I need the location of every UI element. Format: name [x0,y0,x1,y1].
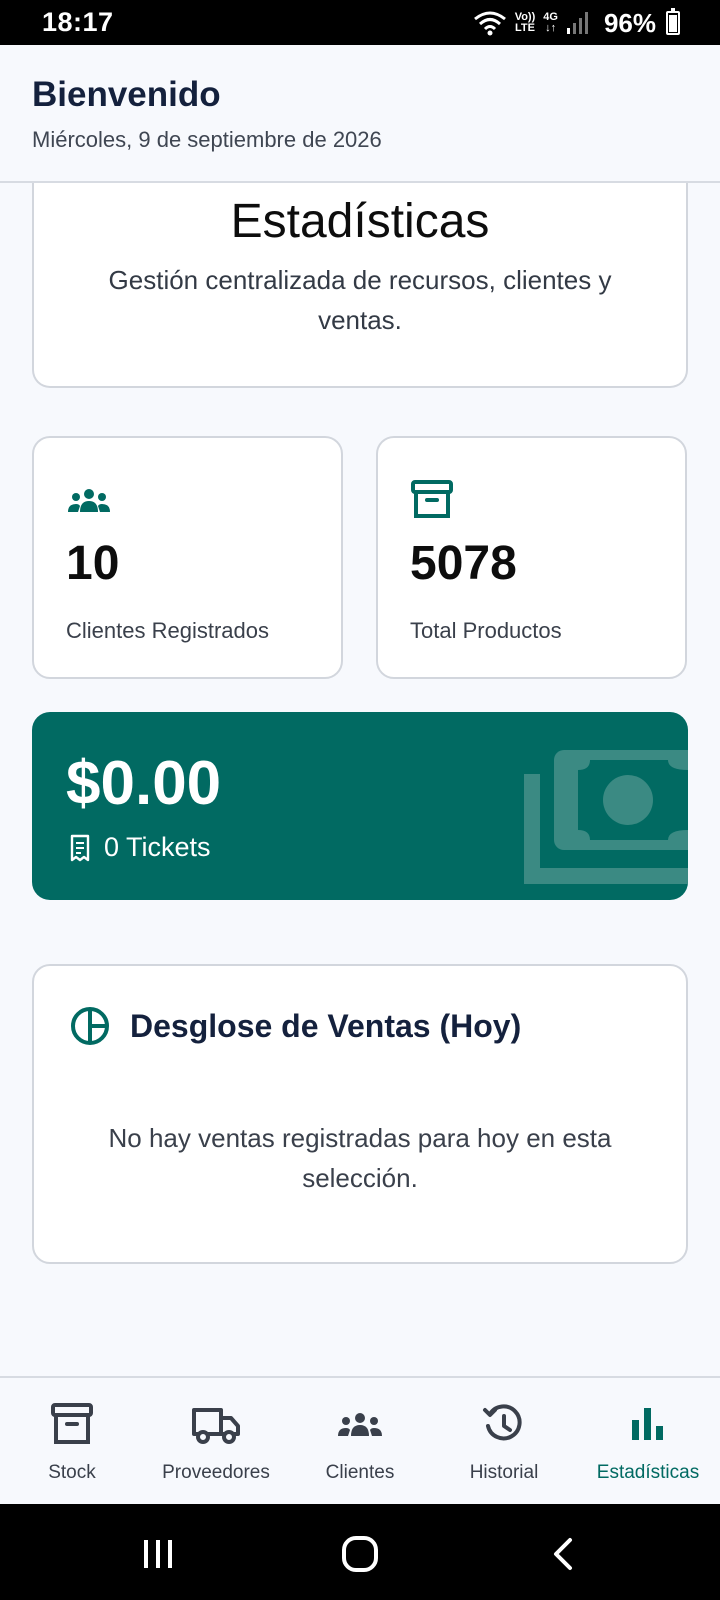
archive-box-icon [51,1403,93,1444]
nav-label-estadisticas: Estadísticas [596,1462,700,1483]
pie-chart-icon [71,1007,109,1045]
clients-count: 10 [66,537,120,590]
breakdown-title: Desglose de Ventas (Hoy) [130,1007,522,1044]
signal-icon [566,12,588,34]
products-count: 5078 [410,537,517,590]
clients-stat-card[interactable]: 10 Clientes Registrados [32,436,343,679]
clients-label: Clientes Registrados [66,618,269,643]
money-icon [524,750,688,884]
hero-subtitle: Gestión centralizada de recursos, client… [108,265,612,335]
recent-apps-icon[interactable] [140,1534,176,1574]
truck-icon [192,1408,240,1444]
nav-item-estadisticas[interactable]: Estadísticas [576,1378,720,1504]
status-icons: Vo)) LTE 4G ↓↑ 96% [473,8,680,38]
breakdown-header: Desglose de Ventas (Hoy) [70,1006,521,1046]
sales-breakdown-card: Desglose de Ventas (Hoy) No hay ventas r… [32,964,688,1264]
products-stat-card[interactable]: 5078 Total Productos [376,436,687,679]
back-icon[interactable] [548,1534,578,1574]
history-icon [483,1404,522,1441]
system-navigation-bar [0,1504,720,1600]
status-time: 18:17 [42,7,114,37]
current-date: Miércoles, 9 de septiembre de 2026 [32,127,382,152]
bar-chart-icon [632,1408,663,1440]
app-header: Bienvenido Miércoles, 9 de septiembre de… [0,45,720,183]
nav-item-proveedores[interactable]: Proveedores [144,1378,288,1504]
nav-item-historial[interactable]: Historial [432,1378,576,1504]
hero-title: Estadísticas [230,195,490,248]
battery-icon [666,8,680,35]
nav-label-proveedores: Proveedores [162,1462,270,1483]
home-icon[interactable] [340,1534,380,1574]
users-icon [68,489,110,512]
sales-summary-card[interactable]: $0.00 0 Tickets [32,712,688,900]
archive-box-icon [411,480,453,518]
receipt-icon [70,834,90,861]
volte-indicator: Vo)) LTE [514,11,536,34]
tickets-count-row: 0 Tickets [68,832,211,863]
nav-label-clientes: Clientes [325,1462,395,1483]
sales-amount: $0.00 [66,749,222,818]
network-indicator: 4G ↓↑ [543,11,558,34]
page-title: Bienvenido [32,75,221,114]
wifi-icon [473,11,506,36]
nav-label-historial: Historial [469,1462,539,1483]
status-bar: 18:17 Vo)) LTE 4G ↓↑ 96% [0,0,720,45]
nav-item-stock[interactable]: Stock [0,1378,144,1504]
hero-card: Estadísticas Gestión centralizada de rec… [32,166,688,388]
products-label: Total Productos [410,618,562,643]
bottom-navigation: Stock Proveedores Clientes Historial Est… [0,1376,720,1504]
breakdown-empty-message: No hay ventas registradas para hoy en es… [108,1123,612,1193]
users-icon [338,1413,382,1436]
data-arrows-icon: ↓↑ [545,22,557,34]
tickets-count: 0 Tickets [104,832,211,862]
nav-label-stock: Stock [48,1462,96,1483]
nav-item-clientes[interactable]: Clientes [288,1378,432,1504]
battery-percent: 96% [603,7,656,38]
